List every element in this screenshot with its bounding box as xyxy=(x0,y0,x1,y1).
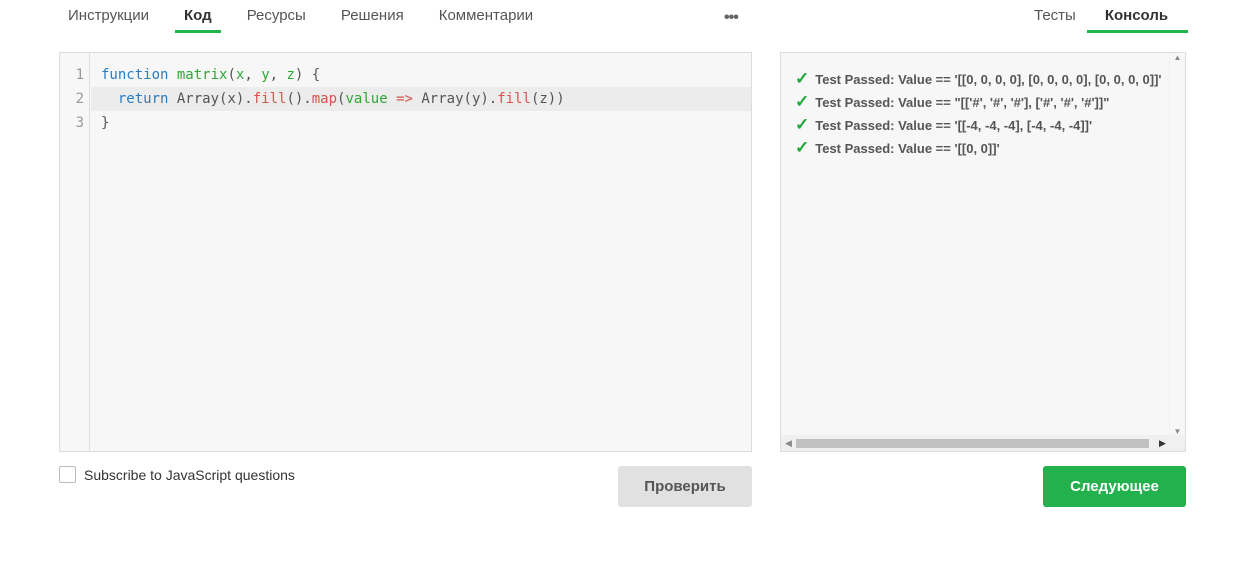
tab-tests[interactable]: Тесты xyxy=(1025,0,1085,33)
check-icon: ✓ xyxy=(795,69,810,88)
tab-console[interactable]: Консоль xyxy=(1086,0,1189,33)
code-line-2[interactable]: return Array(x).fill().map(value => Arra… xyxy=(91,87,751,111)
subscribe-label: Subscribe to JavaScript questions xyxy=(84,466,295,483)
line-number: 3 xyxy=(75,115,84,131)
next-button[interactable]: Следующее xyxy=(1043,466,1186,507)
check-icon: ✓ xyxy=(795,92,810,111)
main-tabs: Инструкции Код Ресурсы Решения Комментар… xyxy=(59,0,559,34)
tab-solutions[interactable]: Решения xyxy=(332,0,413,33)
scroll-up-icon[interactable]: ▲ xyxy=(1170,53,1185,63)
test-result-line: ✓ Test Passed: Value == '[[0, 0]]' xyxy=(795,138,1000,157)
code-line-1[interactable]: function matrix(x, y, z) { xyxy=(91,63,751,87)
test-result-line: ✓ Test Passed: Value == "[['#', '#', '#']… xyxy=(795,92,1110,111)
test-result-line: ✓ Test Passed: Value == '[[-4, -4, -4], [… xyxy=(795,115,1093,134)
check-icon: ✓ xyxy=(795,138,810,157)
line-number: 2 xyxy=(75,91,84,107)
vertical-scrollbar[interactable]: ▲ ▼ xyxy=(1169,53,1185,437)
subscribe-checkbox[interactable] xyxy=(59,466,76,483)
scrollbar-thumb[interactable] xyxy=(796,439,1149,448)
check-button[interactable]: Проверить xyxy=(618,466,752,507)
more-options-icon[interactable]: ••• xyxy=(724,9,739,27)
tab-comments[interactable]: Комментарии xyxy=(430,0,542,33)
code-line-3[interactable]: } xyxy=(91,111,751,135)
code-area[interactable]: function matrix(x, y, z) { return Array(… xyxy=(91,63,751,135)
tab-code[interactable]: Код xyxy=(175,0,221,33)
scroll-right-icon[interactable]: ▶ xyxy=(1159,438,1166,449)
line-number: 1 xyxy=(75,67,84,83)
console-output[interactable]: ✓ Test Passed: Value == '[[0, 0, 0, 0], [… xyxy=(780,52,1186,452)
tab-instructions[interactable]: Инструкции xyxy=(59,0,158,33)
line-number-gutter: 1 2 3 xyxy=(60,53,90,451)
test-result-line: ✓ Test Passed: Value == '[[0, 0, 0, 0], [… xyxy=(795,69,1162,88)
horizontal-scrollbar[interactable]: ◀ ▶ xyxy=(781,435,1185,451)
subscribe-option[interactable]: Subscribe to JavaScript questions xyxy=(59,466,295,483)
scroll-left-icon[interactable]: ◀ xyxy=(785,438,792,449)
code-editor[interactable]: 1 2 3 function matrix(x, y, z) { return … xyxy=(59,52,752,452)
output-tabs: Тесты Консоль xyxy=(1025,0,1189,34)
tab-resources[interactable]: Ресурсы xyxy=(238,0,315,33)
check-icon: ✓ xyxy=(795,115,810,134)
